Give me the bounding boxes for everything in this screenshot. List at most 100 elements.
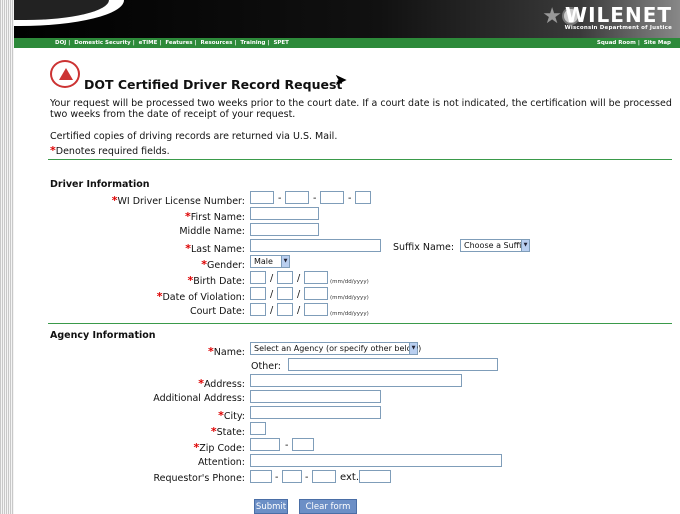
suffix-label: Suffix Name:: [393, 242, 455, 253]
dash: -: [278, 193, 282, 204]
chevron-down-icon: ▼: [409, 343, 417, 354]
violation-day-input[interactable]: [277, 287, 293, 300]
nav-separator: |: [159, 40, 162, 46]
mouse-cursor-icon: ➤: [334, 70, 348, 89]
first-name-input[interactable]: [250, 207, 319, 220]
zip-label-text: Zip Code:: [199, 443, 245, 454]
nav-separator: |: [637, 40, 640, 46]
license-label: *WI Driver License Number:: [112, 194, 245, 207]
phone-area-input[interactable]: [250, 470, 272, 483]
nav-link-features[interactable]: Features: [165, 40, 192, 46]
chevron-down-icon: ▼: [521, 240, 529, 251]
submit-button[interactable]: Submit: [254, 499, 288, 514]
address-input[interactable]: [250, 374, 462, 387]
license-field-1[interactable]: [250, 191, 274, 204]
city-label: *City:: [218, 409, 245, 422]
dash: -: [285, 440, 289, 451]
agency-select-value: Select an Agency (or specify other below…: [254, 344, 422, 353]
birth-month-input[interactable]: [250, 271, 266, 284]
dash: -: [305, 472, 309, 483]
court-date-label: Court Date:: [189, 306, 245, 317]
first-name-label-text: First Name:: [190, 212, 245, 223]
logo-name: WILENET: [565, 3, 672, 27]
nav-separator: |: [132, 40, 135, 46]
agency-select[interactable]: Select an Agency (or specify other below…: [250, 342, 422, 355]
attention-input[interactable]: [250, 454, 502, 467]
gender-label-text: Gender:: [206, 260, 245, 271]
agency-name-label: *Name:: [208, 345, 245, 358]
slash: /: [297, 305, 301, 316]
nav-right-links: Squad Room | Site Map: [596, 38, 672, 48]
birth-day-input[interactable]: [277, 271, 293, 284]
state-label-text: State:: [216, 427, 245, 438]
phone-label: Requestor's Phone:: [153, 473, 245, 484]
gender-select[interactable]: Male ▼: [250, 255, 290, 268]
birth-year-input[interactable]: [304, 271, 328, 284]
nav-separator: |: [194, 40, 197, 46]
nav-link-doj[interactable]: DOJ: [55, 40, 66, 46]
nav-separator: |: [68, 40, 71, 46]
zip-ext-input[interactable]: [292, 438, 314, 451]
wilenet-logo[interactable]: WILENET Wisconsin Department of Justice: [565, 5, 672, 31]
court-day-input[interactable]: [277, 303, 293, 316]
zip-label: *Zip Code:: [194, 441, 245, 454]
court-month-input[interactable]: [250, 303, 266, 316]
other-agency-input[interactable]: [288, 358, 498, 371]
last-name-label-text: Last Name:: [190, 244, 245, 255]
last-name-input[interactable]: [250, 239, 381, 252]
phone-prefix-input[interactable]: [282, 470, 302, 483]
slash: /: [270, 273, 274, 284]
phone-ext-input[interactable]: [359, 470, 391, 483]
state-input[interactable]: [250, 422, 266, 435]
nav-link-resources[interactable]: Resources: [201, 40, 233, 46]
date-format-hint: (mm/dd/yyyy): [330, 279, 369, 285]
additional-address-input[interactable]: [250, 390, 381, 403]
additional-address-label: Additional Address:: [153, 393, 245, 404]
nav-bar: DOJ | Domestic Security | eTIME | Features |…: [14, 38, 680, 48]
middle-name-input[interactable]: [250, 223, 319, 236]
nav-link-domestic-security[interactable]: Domestic Security: [74, 40, 130, 46]
dash: -: [313, 193, 317, 204]
nav-link-training[interactable]: Training: [240, 40, 265, 46]
birth-date-label-text: Birth Date:: [193, 276, 245, 287]
nav-link-spet[interactable]: SPET: [273, 40, 289, 46]
violation-year-input[interactable]: [304, 287, 328, 300]
nav-link-etime[interactable]: eTIME: [139, 40, 158, 46]
nav-left-links: DOJ | Domestic Security | eTIME | Features |…: [54, 38, 290, 48]
license-label-text: WI Driver License Number:: [117, 196, 246, 207]
other-label: Other:: [251, 361, 282, 372]
license-field-4[interactable]: [355, 191, 371, 204]
slash: /: [270, 305, 274, 316]
phone-line-input[interactable]: [312, 470, 336, 483]
required-note: *Denotes required fields.: [50, 145, 170, 157]
intro-text: Your request will be processed two weeks…: [50, 98, 672, 120]
dash: -: [275, 472, 279, 483]
state-label: *State:: [211, 425, 245, 438]
ext-label: ext.: [340, 472, 359, 483]
suffix-select[interactable]: Choose a Suffix ▼: [460, 239, 530, 252]
slash: /: [270, 289, 274, 300]
page-title: DOT Certified Driver Record Request: [84, 77, 343, 92]
violation-month-input[interactable]: [250, 287, 266, 300]
nav-link-site-map[interactable]: Site Map: [644, 40, 671, 46]
dot-seal-icon: [50, 60, 80, 88]
zip-input[interactable]: [250, 438, 280, 451]
attention-label: Attention:: [197, 457, 245, 468]
first-name-label: *First Name:: [185, 210, 245, 223]
driver-section-heading: Driver Information: [50, 179, 150, 190]
license-field-2[interactable]: [285, 191, 309, 204]
clear-form-button[interactable]: Clear form: [299, 499, 357, 514]
birth-date-label: *Birth Date:: [187, 274, 245, 287]
city-input[interactable]: [250, 406, 381, 419]
license-field-3[interactable]: [320, 191, 344, 204]
gender-select-value: Male: [254, 257, 273, 266]
nav-link-squad-room[interactable]: Squad Room: [597, 40, 636, 46]
court-year-input[interactable]: [304, 303, 328, 316]
violation-date-label: *Date of Violation:: [157, 290, 245, 303]
left-stripe-decoration: [0, 0, 14, 514]
last-name-label: *Last Name:: [185, 242, 245, 255]
nav-separator: |: [267, 40, 270, 46]
date-format-hint: (mm/dd/yyyy): [330, 311, 369, 317]
middle-name-label: Middle Name:: [179, 226, 245, 237]
divider: [48, 323, 672, 324]
